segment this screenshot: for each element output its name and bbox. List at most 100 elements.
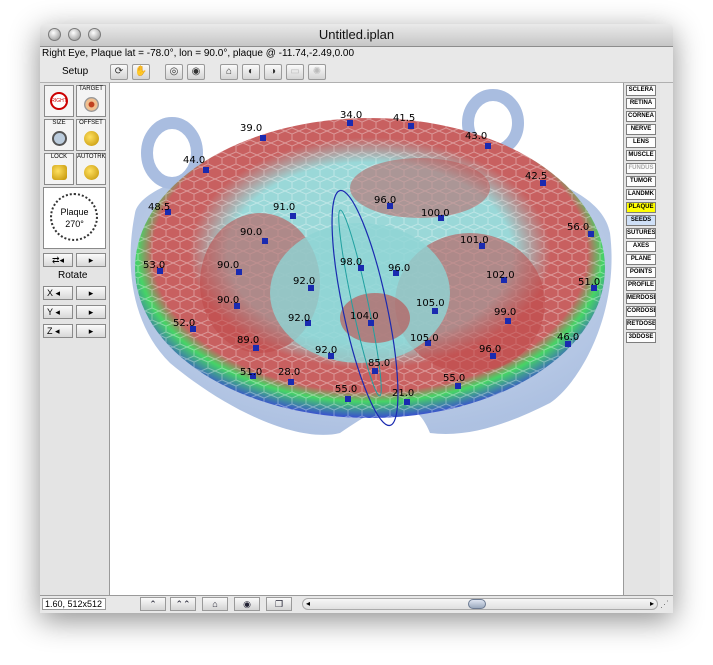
svg-text:96.0: 96.0 xyxy=(388,263,410,274)
mountain-small-icon[interactable]: ⌃ xyxy=(140,597,166,611)
toggle-retina[interactable]: RETINA xyxy=(626,98,656,109)
window-title: Untitled.iplan xyxy=(318,27,395,42)
copy-icon[interactable]: ❐ xyxy=(266,597,292,611)
hand-pan-icon[interactable]: ✋ xyxy=(132,64,150,80)
svg-text:85.0: 85.0 xyxy=(368,358,390,369)
step-right-button[interactable]: ▸ xyxy=(76,253,106,267)
eye-icon[interactable]: ◉ xyxy=(234,597,260,611)
offset-button[interactable]: OFFSET xyxy=(76,119,106,151)
rotate-x-right-button[interactable]: ▸ xyxy=(76,286,106,300)
toggle-profile[interactable]: PROFILE xyxy=(626,280,656,291)
offset-caption: OFFSET xyxy=(79,120,103,126)
dial-ring xyxy=(50,193,98,241)
app-window: Untitled.iplan Right Eye, Plaque lat = -… xyxy=(40,24,673,613)
toggle-axes[interactable]: AXES xyxy=(626,241,656,252)
eye-front-icon[interactable]: ◐ xyxy=(242,64,260,80)
toggle-nerve[interactable]: NERVE xyxy=(626,124,656,135)
svg-text:51.0: 51.0 xyxy=(240,367,262,378)
toggle-fundus[interactable]: FUNDUS xyxy=(626,163,656,174)
toggle-lens[interactable]: LENS xyxy=(626,137,656,148)
dial-label: Plaque xyxy=(60,207,89,217)
left-control-panel: RIGHT TARGET SIZE OFFSET LOCK AUTOTRK Pl… xyxy=(40,83,110,595)
toggle-points[interactable]: POINTS xyxy=(626,267,656,278)
rotate-y-right-button[interactable]: ▸ xyxy=(76,305,106,319)
size-button[interactable]: SIZE xyxy=(44,119,74,151)
rotate-z-left-button[interactable]: Z ◂ xyxy=(43,324,73,338)
svg-text:102.0: 102.0 xyxy=(486,270,515,281)
toggle-cornea[interactable]: CORNEA xyxy=(626,111,656,122)
rotate-x-left-button[interactable]: X ◂ xyxy=(43,286,73,300)
svg-text:51.0: 51.0 xyxy=(578,277,600,288)
toggle-landmk[interactable]: LANDMK xyxy=(626,189,656,200)
target-button[interactable]: TARGET xyxy=(76,85,106,117)
flip-button[interactable]: ⇄◂ xyxy=(43,253,73,267)
title-bar: Untitled.iplan xyxy=(40,24,673,47)
red-region-top xyxy=(350,158,490,218)
zoom-resolution-readout: 1.60, 512x512 xyxy=(42,598,106,610)
autotrack-button[interactable]: AUTOTRK xyxy=(76,153,106,185)
svg-text:96.0: 96.0 xyxy=(479,344,501,355)
toggle-muscle[interactable]: MUSCLE xyxy=(626,150,656,161)
autotrk-caption: AUTOTRK xyxy=(77,154,106,160)
right-eye-caption: RIGHT xyxy=(51,98,67,104)
toggle-sclera[interactable]: SCLERA xyxy=(626,85,656,96)
svg-text:46.0: 46.0 xyxy=(557,332,579,343)
toggle-sutures[interactable]: SUTURES xyxy=(626,228,656,239)
plaque-status-text: Right Eye, Plaque lat = -78.0°, lon = 90… xyxy=(42,48,355,59)
layer-icon[interactable]: ▭ xyxy=(286,64,304,80)
svg-text:48.5: 48.5 xyxy=(148,202,170,213)
svg-text:92.0: 92.0 xyxy=(288,313,310,324)
scroll-thumb[interactable] xyxy=(468,599,486,609)
zoom-in-icon[interactable]: ◉ xyxy=(187,64,205,80)
zoom-out-icon[interactable]: ◎ xyxy=(165,64,183,80)
svg-text:55.0: 55.0 xyxy=(335,384,357,395)
mountain-large-icon[interactable]: ⌃⌃ xyxy=(170,597,196,611)
rotate-z-right-button[interactable]: ▸ xyxy=(76,324,106,338)
axis-z-label: Z xyxy=(47,326,53,336)
light-icon[interactable]: ✺ xyxy=(308,64,326,80)
svg-text:56.0: 56.0 xyxy=(567,222,589,233)
structure-toggle-panel: SCLERA RETINA CORNEA NERVE LENS MUSCLE F… xyxy=(623,83,660,595)
size-icon xyxy=(52,131,67,146)
toggle-cordose[interactable]: CORDOSE xyxy=(626,306,656,317)
toggle-plane[interactable]: PLANE xyxy=(626,254,656,265)
eye-3d-viewport[interactable]: 34.0 41.5 39.0 43.0 44.0 42.5 48.5 56.0 … xyxy=(110,83,623,595)
lock-button[interactable]: LOCK xyxy=(44,153,74,185)
target-icon xyxy=(84,97,99,112)
home-icon[interactable]: ⌂ xyxy=(202,597,228,611)
toggle-tumor[interactable]: TUMOR xyxy=(626,176,656,187)
svg-text:101.0: 101.0 xyxy=(460,235,489,246)
svg-text:39.0: 39.0 xyxy=(240,123,262,134)
svg-text:55.0: 55.0 xyxy=(443,373,465,384)
svg-text:100.0: 100.0 xyxy=(421,208,450,219)
eye-side-icon[interactable]: ◑ xyxy=(264,64,282,80)
toggle-plaque[interactable]: PLAQUE xyxy=(626,202,656,213)
lock-caption: LOCK xyxy=(50,154,68,160)
plaque-rotation-dial[interactable]: Plaque 270° xyxy=(43,187,106,249)
svg-text:105.0: 105.0 xyxy=(410,333,439,344)
autotrack-icon xyxy=(84,165,99,180)
rotate-y-left-button[interactable]: Y ◂ xyxy=(43,305,73,319)
svg-text:43.0: 43.0 xyxy=(465,131,487,142)
svg-text:52.0: 52.0 xyxy=(173,318,195,329)
toggle-retdose[interactable]: RETDOSE xyxy=(626,319,656,330)
scroll-left-icon[interactable]: ◂ xyxy=(306,599,310,609)
horizontal-scrollbar[interactable]: ◂ ▸ xyxy=(302,598,658,610)
scroll-right-icon[interactable]: ▸ xyxy=(650,599,654,609)
toggle-3ddose[interactable]: 3DDOSE xyxy=(626,332,656,343)
svg-text:89.0: 89.0 xyxy=(237,335,259,346)
toggle-seeds[interactable]: SEEDS xyxy=(626,215,656,226)
size-caption: SIZE xyxy=(52,120,66,126)
svg-text:53.0: 53.0 xyxy=(143,260,165,271)
svg-text:91.0: 91.0 xyxy=(273,202,295,213)
target-caption: TARGET xyxy=(79,86,103,92)
toggle-merdose[interactable]: MERDOSE xyxy=(626,293,656,304)
axis-y-label: Y xyxy=(47,307,53,317)
orbit-view-icon[interactable]: ⟳ xyxy=(110,64,128,80)
svg-text:34.0: 34.0 xyxy=(340,110,362,121)
home-view-icon[interactable]: ⌂ xyxy=(220,64,238,80)
svg-text:99.0: 99.0 xyxy=(494,307,516,318)
resize-grip-icon[interactable]: ⋰ xyxy=(660,599,669,610)
svg-text:90.0: 90.0 xyxy=(240,227,262,238)
right-eye-button[interactable]: RIGHT xyxy=(44,85,74,117)
